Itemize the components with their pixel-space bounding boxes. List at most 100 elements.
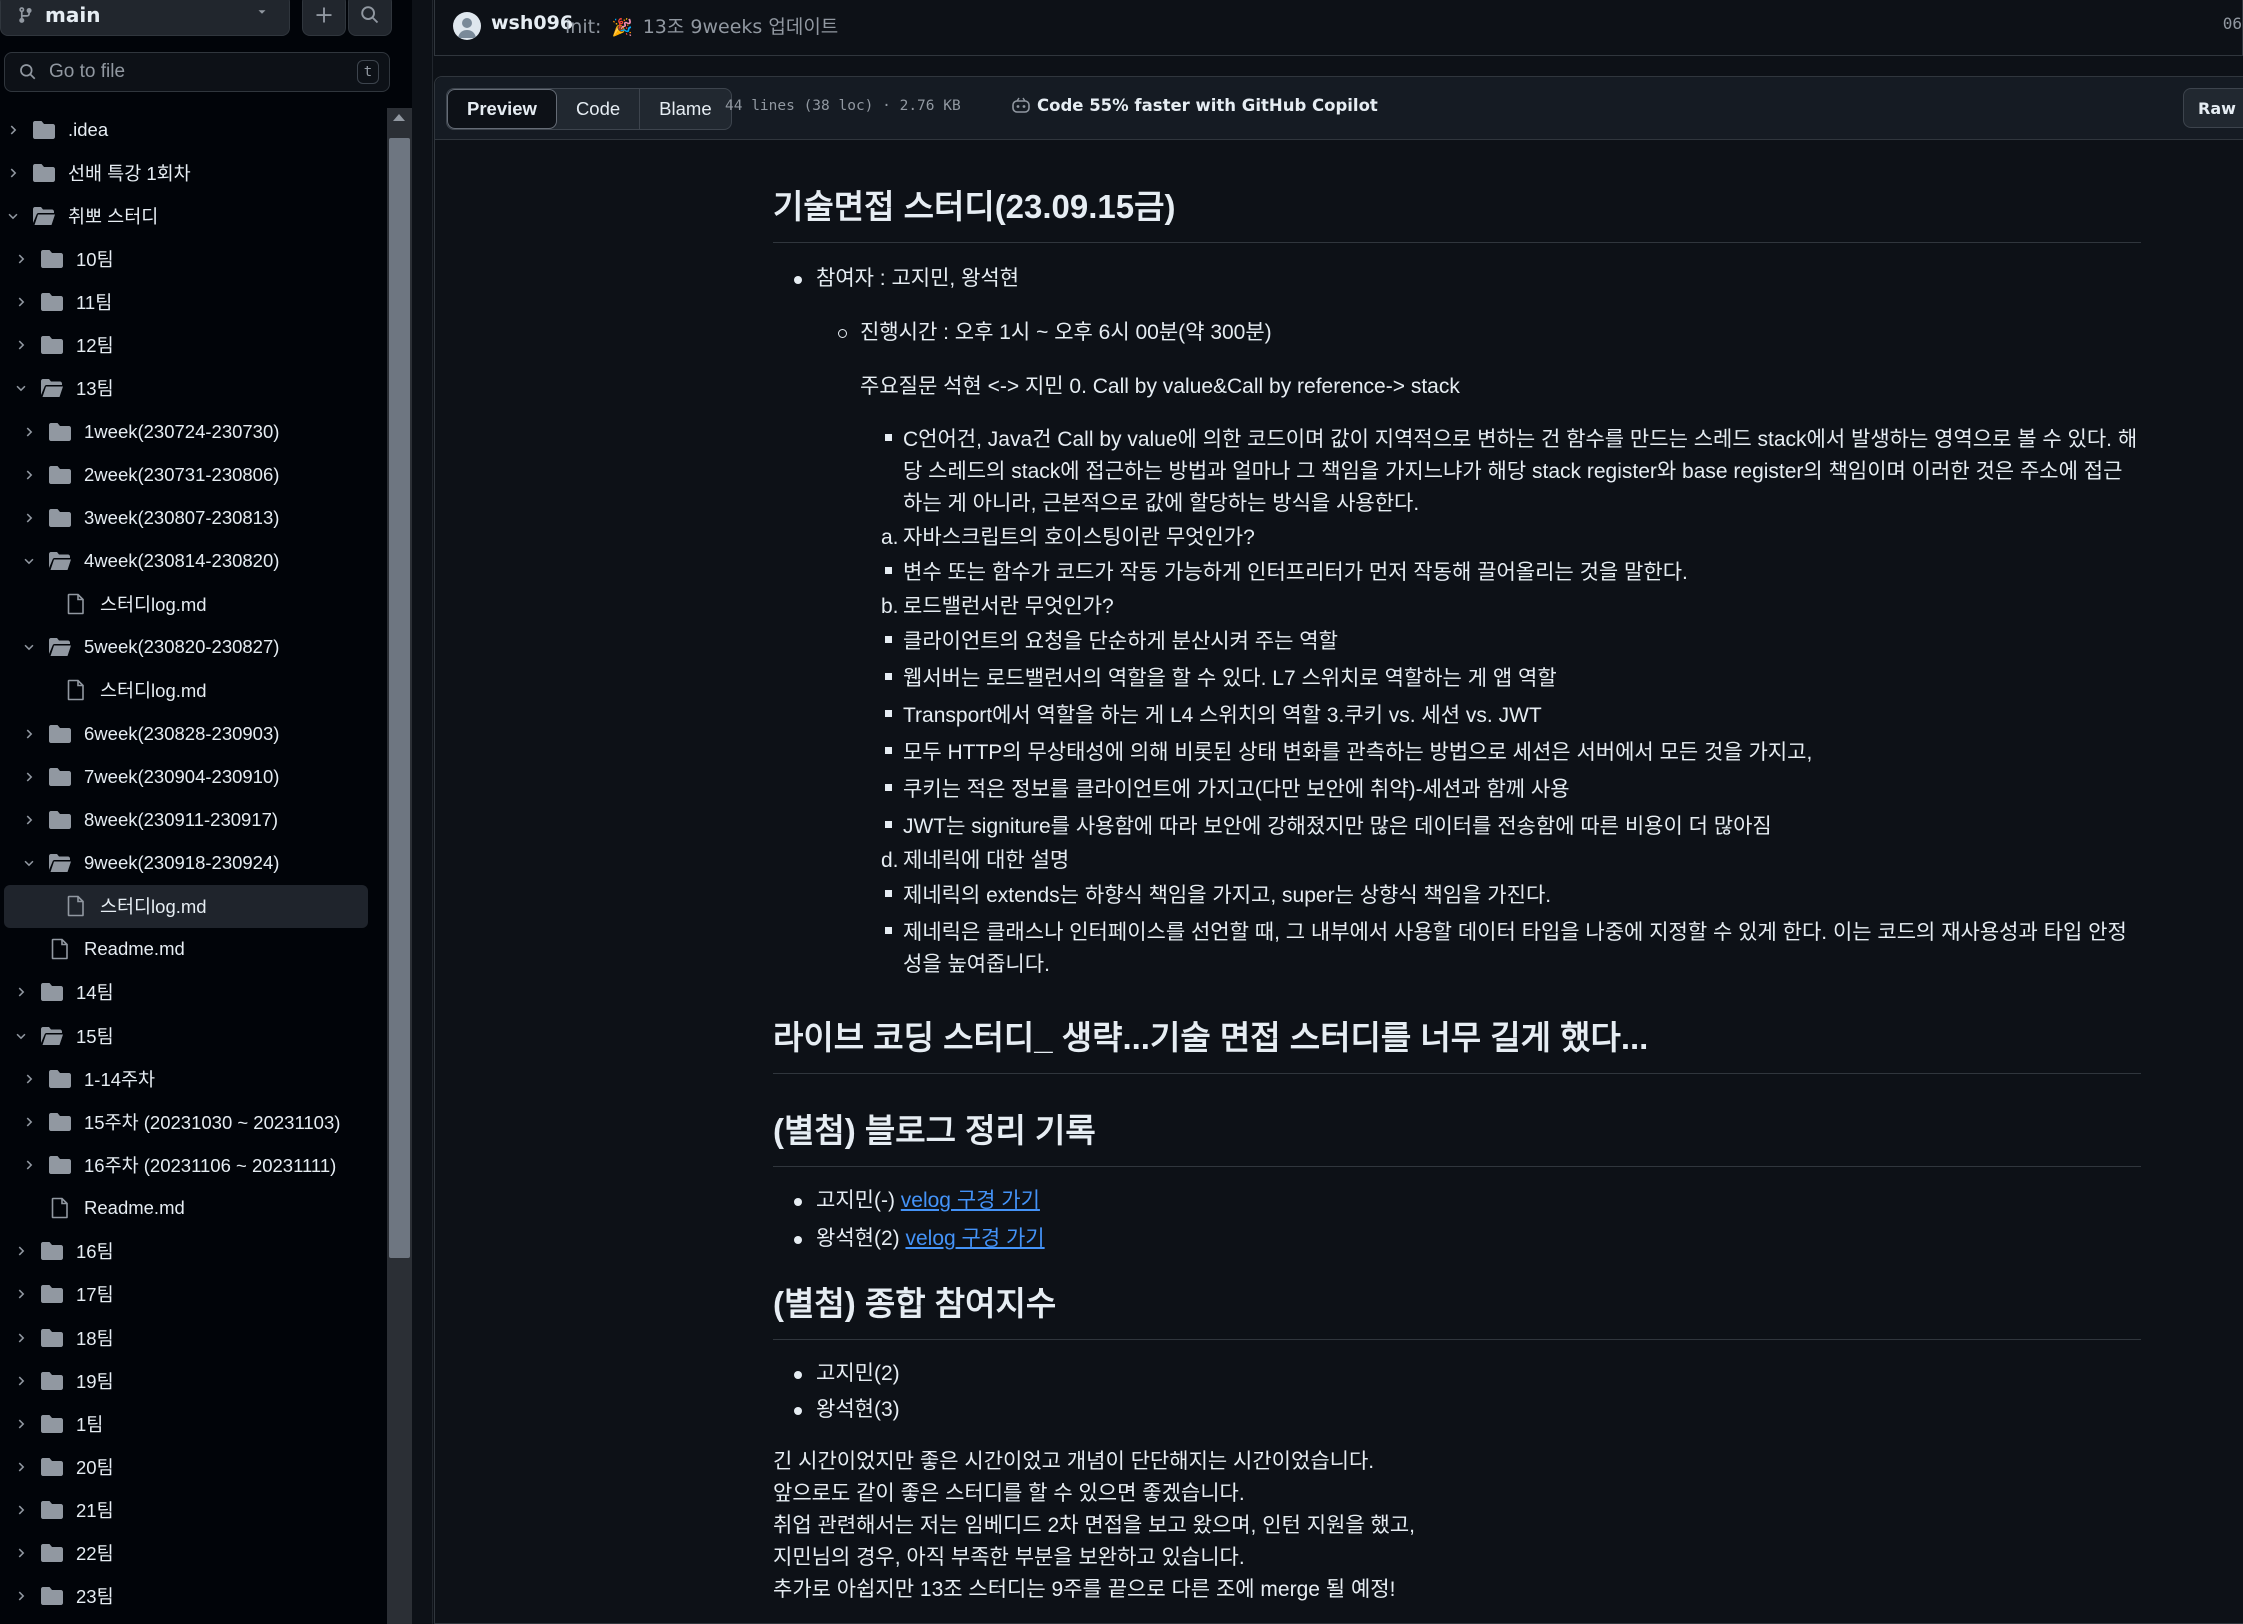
tree-item-label: .idea (68, 118, 109, 140)
list-item-question: b. 로드밸런서란 무엇인가? (881, 591, 2141, 623)
tree-folder[interactable]: 3week(230807-230813) (0, 496, 380, 539)
go-to-file-input[interactable] (47, 60, 331, 84)
tree-folder[interactable]: .idea (0, 108, 380, 151)
avatar[interactable] (453, 12, 481, 40)
tree-folder[interactable]: 8week(230911-230917) (0, 798, 380, 841)
folder-icon (48, 766, 72, 788)
tree-file[interactable]: Readme.md (0, 1187, 380, 1230)
tree-folder[interactable]: 21팀 (0, 1489, 380, 1532)
tree-file[interactable]: 스터디log.md (0, 583, 380, 626)
tree-folder[interactable]: 9week(230918-230924) (0, 841, 380, 884)
list-item-count-2: 왕석현(3) (794, 1394, 2141, 1426)
scroll-up-arrow[interactable] (393, 114, 405, 121)
tree-item-label: 15주차 (20231030 ~ 20231103) (84, 1111, 341, 1133)
folder-open-icon (40, 377, 64, 399)
tree-folder[interactable]: 18팀 (0, 1316, 380, 1359)
file-icon (48, 938, 72, 960)
tree-item-label: 9week(230918-230924) (84, 851, 280, 873)
tree-folder[interactable]: 취뽀 스터디 (0, 194, 380, 237)
list-item-answer: JWT는 signiture를 사용함에 따라 보안에 강해졌지만 많은 데이터… (885, 808, 2141, 845)
tree-item-label: 스터디log.md (100, 680, 207, 702)
tree-folder[interactable]: 5week(230820-230827) (0, 626, 380, 669)
list-item-blog-2: 왕석현(2) velog 구경 가기 (794, 1223, 2141, 1255)
list-item-answer: 변수 또는 함수가 코드가 작동 가능하게 인터프리터가 먼저 작동해 끌어올리… (885, 554, 2141, 591)
tree-item-label: 취뽀 스터디 (68, 205, 159, 227)
raw-button[interactable]: Raw (2183, 88, 2243, 128)
list-item-answer: 제네릭은 클래스나 인터페이스를 선언할 때, 그 내부에서 사용할 데이터 타… (885, 914, 2141, 983)
chevron-right-icon (26, 427, 33, 437)
copilot-promo-link[interactable]: Code 55% faster with GitHub Copilot (1011, 96, 1378, 115)
file-icon (64, 895, 88, 917)
chevron-down-icon (24, 860, 34, 867)
chevron-right-icon (18, 1591, 25, 1601)
tree-item-label: 23팀 (76, 1586, 114, 1608)
list-item-text: Transport에서 역할을 하는 게 L4 스위치의 역할 3.쿠키 vs.… (903, 704, 1542, 727)
velog-link-1[interactable]: velog 구경 가기 (901, 1189, 1040, 1212)
list-item-answer: Transport에서 역할을 하는 게 L4 스위치의 역할 3.쿠키 vs.… (885, 697, 2141, 734)
tree-item-label: 스터디log.md (100, 594, 207, 616)
tree-file[interactable]: 스터디log.md (4, 884, 368, 928)
heading-blog: (별첨) 블로그 정리 기록 (773, 1104, 2141, 1167)
tree-folder[interactable]: 2week(230731-230806) (0, 453, 380, 496)
tree-folder[interactable]: 10팀 (0, 237, 380, 280)
list-item-text: 로드밸런서란 무엇인가? (903, 595, 1114, 618)
tree-folder[interactable]: 4week(230814-230820) (0, 539, 380, 582)
tree-folder[interactable]: 15주차 (20231030 ~ 20231103) (0, 1100, 380, 1143)
commit-author[interactable]: wsh096 (491, 12, 573, 34)
tree-item-label: 18팀 (76, 1327, 114, 1349)
folder-icon (40, 1240, 64, 1262)
tree-folder[interactable]: 14팀 (0, 971, 380, 1014)
tree-folder[interactable]: 7week(230904-230910) (0, 755, 380, 798)
sidebar-scrollbar-thumb[interactable] (389, 138, 410, 1258)
tree-folder[interactable]: 20팀 (0, 1445, 380, 1488)
closing-line: 지민님의 경우, 아직 부족한 부분을 보완하고 있습니다. (773, 1546, 1245, 1569)
folder-icon (40, 248, 64, 270)
shortcut-key: t (357, 60, 379, 84)
sidebar-divider[interactable] (412, 0, 433, 1624)
tree-file[interactable]: Readme.md (0, 928, 380, 971)
commit-sha[interactable]: 06 (2223, 14, 2242, 33)
tree-folder[interactable]: 12팀 (0, 324, 380, 367)
tree-item-label: 11팀 (76, 292, 113, 314)
git-branch-icon (19, 7, 32, 23)
tree-folder[interactable]: 22팀 (0, 1532, 380, 1575)
commit-message[interactable]: init: 🎉 13조 9weeks 업데이트 (565, 12, 838, 39)
tree-folder[interactable]: 23팀 (0, 1575, 380, 1618)
blog-author-2: 왕석현(2) (816, 1227, 906, 1250)
tab-code[interactable]: Code (557, 89, 641, 129)
tree-folder[interactable]: 16팀 (0, 1230, 380, 1273)
tree-folder[interactable]: 17팀 (0, 1273, 380, 1316)
branch-selector-button[interactable]: main (0, 0, 290, 36)
search-button[interactable] (348, 0, 392, 36)
tree-item-label: 스터디log.md (100, 896, 207, 918)
tree-folder[interactable]: 1-14주차 (0, 1057, 380, 1100)
tree-folder[interactable]: 13팀 (0, 367, 380, 410)
chevron-right-icon (26, 772, 33, 782)
tree-folder[interactable]: 1week(230724-230730) (0, 410, 380, 453)
tree-folder[interactable]: 19팀 (0, 1359, 380, 1402)
list-item-text: 웹서버는 로드밸런서의 역할을 할 수 있다. L7 스위치로 역할하는 게 앱… (903, 667, 1557, 690)
add-file-button[interactable] (302, 0, 346, 36)
chevron-right-icon (18, 1333, 25, 1342)
tree-folder[interactable]: 6week(230828-230903) (0, 712, 380, 755)
go-to-file-field[interactable]: t (4, 52, 390, 92)
tree-folder[interactable]: 선배 특강 1회차 (0, 151, 380, 194)
tree-folder[interactable]: 15팀 (0, 1014, 380, 1057)
folder-icon (40, 1283, 64, 1305)
list-item-answer: 클라이언트의 요청을 단순하게 분산시켜 주는 역할 (885, 623, 2141, 660)
folder-open-icon (32, 205, 56, 227)
tree-folder[interactable]: 11팀 (0, 281, 380, 324)
tab-blame[interactable]: Blame (640, 89, 730, 129)
tree-folder[interactable]: 1팀 (0, 1402, 380, 1445)
tree-item-label: 5week(230820-230827) (84, 636, 280, 658)
list-item-answer: C언어건, Java건 Call by value에 의한 코드이며 값이 지역… (885, 421, 2141, 522)
velog-link-2[interactable]: velog 구경 가기 (905, 1227, 1044, 1250)
chevron-right-icon (18, 297, 25, 307)
folder-icon (48, 421, 72, 443)
folder-icon (40, 1499, 64, 1521)
tree-file[interactable]: 스터디log.md (0, 669, 380, 712)
chevron-right-icon (26, 1074, 33, 1084)
tab-preview[interactable]: Preview (447, 89, 557, 129)
tree-folder[interactable]: 16주차 (20231106 ~ 20231111) (0, 1143, 380, 1186)
folder-open-icon (40, 1025, 64, 1047)
